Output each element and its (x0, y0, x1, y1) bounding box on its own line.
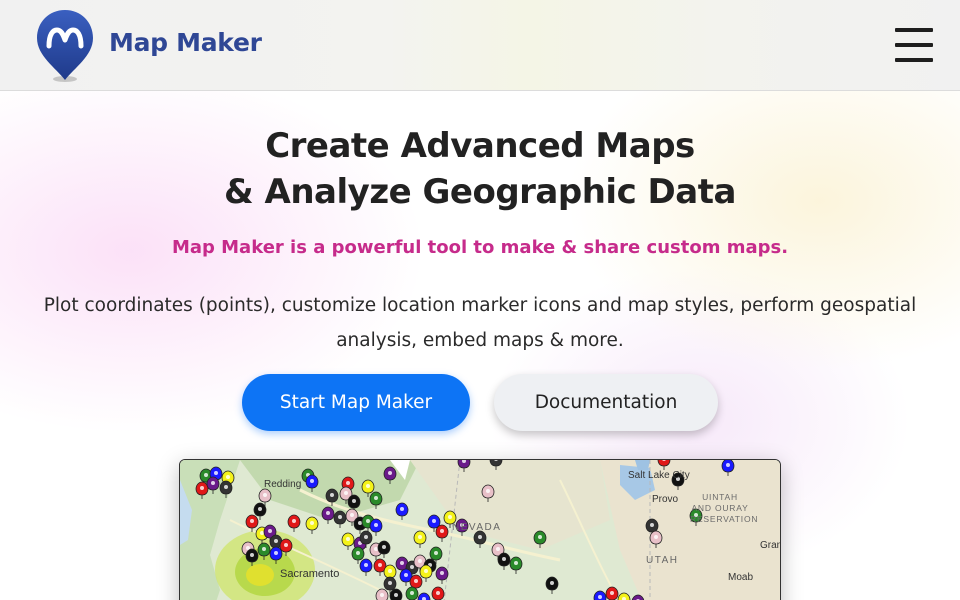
menu-bar (895, 58, 933, 62)
map-label-redding: Redding (264, 479, 302, 490)
map-marker[interactable] (473, 530, 487, 548)
menu-bar (895, 28, 933, 32)
map-marker[interactable] (333, 510, 347, 528)
hero-section: Create Advanced Maps & Analyze Geographi… (0, 91, 960, 600)
map-marker[interactable] (649, 530, 663, 548)
map-marker[interactable] (417, 592, 431, 600)
title-line-1: Create Advanced Maps (265, 126, 695, 166)
map-marker[interactable] (605, 586, 619, 600)
map-marker[interactable] (369, 518, 383, 536)
map-marker[interactable] (389, 588, 403, 600)
start-map-maker-button[interactable]: Start Map Maker (242, 374, 470, 431)
map-marker[interactable] (375, 588, 389, 600)
map-marker[interactable] (321, 506, 335, 524)
map-label-moab: Moab (728, 572, 754, 583)
map-marker[interactable] (509, 556, 523, 574)
map-marker[interactable] (435, 566, 449, 584)
menu-bar (895, 43, 933, 47)
description: Plot coordinates (points), customize loc… (43, 295, 917, 351)
map-marker[interactable] (369, 491, 383, 509)
map-label-uintah-line-3: RESERVATION (690, 514, 759, 524)
map-marker[interactable] (287, 514, 301, 532)
map-marker[interactable] (481, 484, 495, 502)
map-marker[interactable] (533, 530, 547, 548)
map-marker[interactable] (195, 481, 209, 499)
map-marker[interactable] (431, 586, 445, 600)
map-marker[interactable] (497, 552, 511, 570)
map-marker[interactable] (245, 514, 259, 532)
map-marker[interactable] (377, 540, 391, 558)
map-label-provo: Provo (652, 494, 679, 505)
site-header: Map Maker (0, 0, 960, 91)
map-marker[interactable] (721, 460, 735, 476)
map-label-sacramento: Sacramento (280, 568, 340, 580)
map-marker[interactable] (489, 460, 503, 470)
map-marker[interactable] (395, 502, 409, 520)
map-label-uintah-line-2: AND OURAY (691, 503, 749, 513)
tagline: Map Maker is a powerful tool to make & s… (171, 237, 789, 258)
map-marker[interactable] (206, 476, 220, 494)
map-label-uintah: UINTAH AND OURAY RESERVATION (690, 492, 759, 525)
map-pin-m-icon[interactable] (34, 8, 96, 84)
map-marker[interactable] (219, 480, 233, 498)
brand-name[interactable]: Map Maker (109, 28, 262, 57)
hamburger-menu-icon[interactable] (895, 26, 933, 64)
title-line-2: & Analyze Geographic Data (224, 172, 736, 212)
map-preview[interactable]: Redding Sacramento NEVADA UTAH Salt Lake… (179, 459, 781, 600)
map-label-utah: UTAH (646, 555, 679, 566)
map-marker[interactable] (341, 532, 355, 550)
map-marker[interactable] (257, 542, 271, 560)
map-marker[interactable] (305, 516, 319, 534)
map-marker[interactable] (617, 592, 631, 600)
map-marker[interactable] (245, 548, 259, 566)
page-title: Create Advanced Maps & Analyze Geographi… (0, 123, 960, 215)
map-label-uintah-line-1: UINTAH (702, 492, 738, 502)
map-marker[interactable] (593, 590, 607, 600)
map-marker[interactable] (657, 460, 671, 470)
documentation-button[interactable]: Documentation (494, 374, 718, 431)
map-marker[interactable] (269, 546, 283, 564)
map-marker[interactable] (383, 466, 397, 484)
map-marker[interactable] (413, 530, 427, 548)
map-marker[interactable] (405, 586, 419, 600)
map-marker[interactable] (325, 488, 339, 506)
map-label-nevada: NEVADA (452, 522, 502, 533)
map-marker[interactable] (545, 576, 559, 594)
map-label-gran: Gran (760, 540, 781, 551)
map-marker[interactable] (359, 558, 373, 576)
map-marker[interactable] (457, 460, 471, 472)
map-marker[interactable] (631, 594, 645, 600)
map-marker[interactable] (305, 474, 319, 492)
map-label-salt-lake-city: Salt Lake City (628, 470, 690, 481)
map-marker[interactable] (435, 524, 449, 542)
